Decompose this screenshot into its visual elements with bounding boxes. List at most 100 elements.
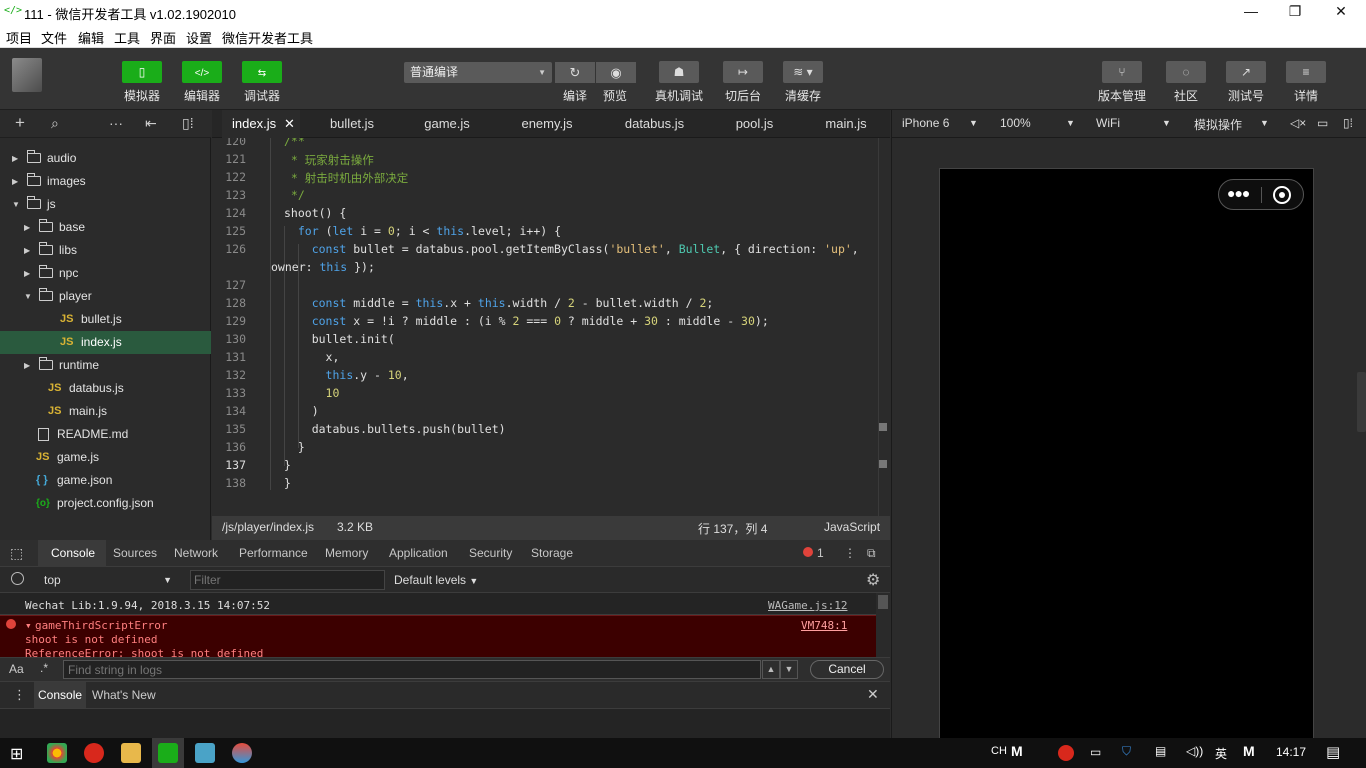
file-tree-item[interactable]: ▶ runtime	[0, 354, 211, 377]
chevron-right-icon[interactable]: ▶	[12, 147, 18, 170]
close-button[interactable]: ✕	[1318, 0, 1364, 24]
chevron-down-icon[interactable]: ▼	[24, 285, 32, 308]
chevron-right-icon[interactable]: ▶	[12, 170, 18, 193]
cursor-position[interactable]: 行 137，列 4	[698, 520, 767, 537]
file-tree-item[interactable]: { } game.json	[0, 469, 211, 492]
file-tree-item[interactable]: {o} project.config.json	[0, 492, 211, 515]
tab-databus-js[interactable]: databus.js	[617, 110, 692, 138]
file-tree-item[interactable]: README.md	[0, 423, 211, 446]
match-case-toggle[interactable]: Aa	[9, 662, 24, 676]
tray-shield-icon[interactable]: ⛉	[1122, 744, 1131, 759]
console-filter-input[interactable]	[190, 570, 385, 590]
tray-network-icon[interactable]: ▤	[1155, 744, 1166, 758]
version-control-button[interactable]: ⑂	[1102, 61, 1142, 83]
console-search-input[interactable]	[63, 660, 761, 679]
language-mode[interactable]: JavaScript	[824, 520, 880, 534]
file-tree-item[interactable]: JS main.js	[0, 400, 211, 423]
tray-netease-icon[interactable]	[1058, 745, 1074, 761]
menu-settings[interactable]: 设置	[186, 28, 212, 47]
debugger-toggle-button[interactable]: ⇆	[242, 61, 282, 83]
exit-icon[interactable]	[1273, 186, 1291, 204]
menu-project[interactable]: 项目	[6, 28, 32, 47]
tab-memory[interactable]: Memory	[325, 546, 368, 560]
clear-console-icon[interactable]	[11, 572, 24, 585]
kebab-menu-icon[interactable]: ⋮	[844, 546, 856, 560]
tray-ime-icon[interactable]: M	[1243, 743, 1255, 759]
compile-mode-select[interactable]: 普通编译 ▼	[404, 62, 552, 83]
tray-battery-icon[interactable]: ▭	[1090, 745, 1101, 759]
chrome-icon[interactable]	[47, 743, 67, 763]
tab-storage[interactable]: Storage	[531, 546, 573, 560]
file-tree-item[interactable]: ▼ player	[0, 285, 211, 308]
action-center-icon[interactable]: ▤	[1326, 743, 1340, 761]
chevron-right-icon[interactable]: ▶	[24, 262, 30, 285]
file-tree-item[interactable]: JS databus.js	[0, 377, 211, 400]
menu-view[interactable]: 界面	[150, 28, 176, 47]
file-tree-item[interactable]: JS index.js	[0, 331, 211, 354]
error-count[interactable]: 1	[817, 546, 824, 560]
collapse-icon[interactable]: ⇤	[145, 115, 157, 132]
ime-mode-icon[interactable]: M	[1011, 743, 1023, 759]
side-handle[interactable]	[1357, 372, 1366, 432]
add-icon[interactable]: +	[15, 113, 25, 133]
input-language[interactable]: 英	[1215, 745, 1227, 762]
tab-enemy-js[interactable]: enemy.js	[512, 110, 582, 138]
preview-button[interactable]: ◉	[596, 62, 636, 83]
close-icon[interactable]: ✕	[284, 110, 295, 138]
undock-icon[interactable]: ⧉	[867, 546, 876, 561]
mute-icon[interactable]: ◁×	[1290, 116, 1306, 130]
file-tree-item[interactable]: ▼ js	[0, 193, 211, 216]
file-tree-item[interactable]: ▶ libs	[0, 239, 211, 262]
error-source-link[interactable]: VM748:1	[801, 619, 847, 632]
windows-start-icon[interactable]: ⊞	[10, 744, 23, 764]
ime-indicator[interactable]: CH	[991, 745, 1007, 757]
context-select[interactable]: top ▼	[38, 570, 178, 590]
drawer-tab-console[interactable]: Console	[38, 688, 82, 702]
layout-icon[interactable]: ▯⁞	[1343, 116, 1353, 130]
inspect-icon[interactable]: ⬚	[10, 545, 23, 562]
code-editor[interactable]: 120 /** 121 * 玩家射击操作 122 * 射击时机由外部决定 123 */ 1…	[212, 138, 878, 516]
app-pin-icon[interactable]	[232, 743, 252, 763]
error-title[interactable]: gameThirdScriptError	[35, 619, 167, 632]
background-button[interactable]: ↦	[723, 61, 763, 83]
tab-index-js[interactable]: index.js ✕	[222, 110, 300, 138]
file-tree-item[interactable]: JS game.js	[0, 446, 211, 469]
notepad-icon[interactable]	[195, 743, 215, 763]
minimize-button[interactable]: —	[1228, 0, 1274, 24]
netease-music-icon[interactable]	[84, 743, 104, 763]
file-tree-item[interactable]: ▶ base	[0, 216, 211, 239]
search-prev-button[interactable]: ▲	[762, 660, 780, 679]
phone-screen[interactable]	[939, 168, 1314, 738]
chevron-right-icon[interactable]: ▶	[24, 354, 30, 377]
editor-toggle-button[interactable]: </>	[182, 61, 222, 83]
file-tree-item[interactable]: JS bullet.js	[0, 308, 211, 331]
simulator-toggle-button[interactable]: ▯	[122, 61, 162, 83]
wechat-devtools-icon[interactable]	[158, 743, 178, 763]
search-next-button[interactable]: ▼	[780, 660, 798, 679]
regex-toggle[interactable]: .*	[40, 661, 48, 675]
tab-application[interactable]: Application	[389, 546, 448, 560]
search-icon[interactable]: ⌕	[51, 115, 59, 132]
details-button[interactable]: ≡	[1286, 61, 1326, 83]
editor-scrollbar[interactable]	[878, 138, 890, 516]
tab-network[interactable]: Network	[174, 546, 218, 560]
menu-edit[interactable]: 编辑	[78, 28, 104, 47]
log-levels-select[interactable]: Default levels ▼	[394, 573, 478, 587]
operation-mode-select[interactable]: 模拟操作	[1194, 116, 1242, 133]
file-explorer-icon[interactable]	[121, 743, 141, 763]
maximize-button[interactable]: ❐	[1272, 0, 1318, 24]
chevron-right-icon[interactable]: ▶	[24, 216, 30, 239]
drawer-tab-whats-new[interactable]: What's New	[92, 688, 156, 702]
tab-game-js[interactable]: game.js	[412, 110, 482, 138]
more-options-icon[interactable]: ●●●	[1227, 185, 1250, 201]
zoom-select[interactable]: 100%	[1000, 116, 1031, 130]
file-tree-item[interactable]: ▶ npc	[0, 262, 211, 285]
tab-bullet-js[interactable]: bullet.js	[317, 110, 387, 138]
tab-main-js[interactable]: main.js	[812, 110, 880, 138]
tab-pool-js[interactable]: pool.js	[722, 110, 787, 138]
file-tree-item[interactable]: ▶ images	[0, 170, 211, 193]
file-tree-item[interactable]: ▶ audio	[0, 147, 211, 170]
device-select[interactable]: iPhone 6	[902, 116, 949, 130]
avatar[interactable]	[12, 58, 42, 92]
menu-wechat-devtools[interactable]: 微信开发者工具	[222, 28, 313, 47]
